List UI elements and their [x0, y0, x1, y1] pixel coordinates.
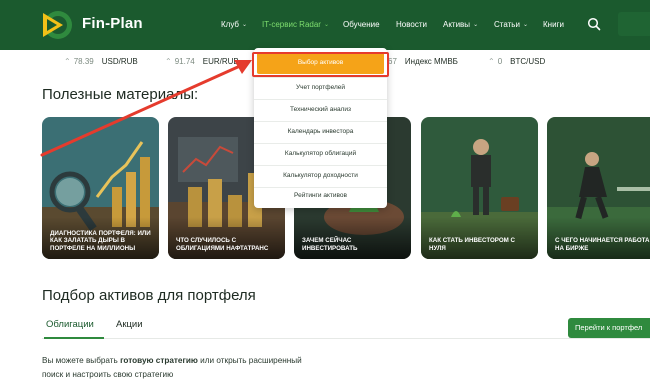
material-card[interactable]: КАК СТАТЬ ИНВЕСТОРОМ С НУЛЯ [421, 117, 538, 259]
menu-item-yield-calculator[interactable]: Калькулятор доходности [254, 165, 387, 187]
nav-articles-label: Статьи [494, 19, 520, 29]
brand-name[interactable]: Fin-Plan [82, 15, 143, 32]
portfolio-heading: Подбор активов для портфеля [42, 287, 256, 304]
nav-books-label: Книги [543, 19, 564, 29]
nav-news[interactable]: Новости [396, 17, 427, 31]
menu-item-investor-calendar[interactable]: Календарь инвестора [254, 121, 387, 143]
menu-item-asset-ratings[interactable]: Рейтинги активов [254, 185, 387, 207]
fin-plan-logo-icon[interactable] [39, 9, 75, 41]
account-button[interactable] [618, 12, 650, 36]
card-caption: КАК СТАТЬ ИНВЕСТОРОМ С НУЛЯ [429, 237, 516, 252]
top-header: Fin-Plan Клуб ⌄ IT-сервис Radar ⌄ Обучен… [0, 0, 650, 50]
nav-news-label: Новости [396, 19, 427, 29]
material-card[interactable]: С ЧЕГО НАЧИНАЕТСЯ РАБОТА НА БИРЖЕ [547, 117, 650, 259]
menu-item-portfolio-accounting[interactable]: Учет портфелей [254, 77, 387, 99]
ready-strategy-link[interactable]: готовую стратегию [120, 356, 198, 365]
nav-learning[interactable]: Обучение [343, 17, 380, 31]
tab-bonds[interactable]: Облигации [46, 319, 94, 330]
card-caption: ДИАГНОСТИКА ПОРТФЕЛЯ: ИЛИ КАК ЗАЛАТАТЬ Д… [50, 229, 151, 252]
card-caption: ЗАЧЕМ СЕЙЧАС ИНВЕСТИРОВАТЬ [302, 237, 358, 252]
ticker-name: BTC/USD [510, 56, 546, 66]
nav-learning-label: Обучение [343, 19, 380, 29]
trend-up-icon: ⌃ [488, 56, 495, 66]
tab-shares[interactable]: Акции [116, 319, 143, 330]
nav-club[interactable]: Клуб ⌄ [221, 17, 247, 31]
chevron-down-icon: ⌄ [242, 21, 248, 28]
nav-radar[interactable]: IT-сервис Radar ⌄ [262, 17, 329, 31]
search-icon[interactable] [587, 17, 601, 31]
nav-assets-label: Активы [443, 19, 471, 29]
menu-item-bond-calculator[interactable]: Калькулятор облигаций [254, 143, 387, 165]
tabs-divider [42, 338, 650, 339]
ticker-value: 67 [388, 56, 397, 66]
portfolio-description: Вы можете выбрать готовую стратегию или … [42, 354, 302, 382]
chevron-down-icon: ⌄ [323, 21, 329, 28]
card-caption: С ЧЕГО НАЧИНАЕТСЯ РАБОТА НА БИРЖЕ [555, 237, 650, 252]
card-caption: ЧТО СЛУЧИЛОСЬ С ОБЛИГАЦИЯМИ НАФТАТРАНС [176, 237, 269, 252]
chevron-down-icon: ⌄ [473, 21, 479, 28]
active-tab-indicator [44, 337, 104, 339]
annotation-arrow-icon [40, 60, 252, 157]
description-text: Вы можете выбрать [42, 356, 121, 365]
chevron-down-icon: ⌄ [522, 21, 528, 28]
menu-item-technical-analysis[interactable]: Технический анализ [254, 99, 387, 121]
ticker-moex: 67 Индекс ММВБ [388, 55, 458, 67]
ticker-value: 0 [497, 56, 503, 66]
nav-books[interactable]: Книги [543, 17, 564, 31]
ticker-name: Индекс ММВБ [404, 56, 458, 66]
nav-articles[interactable]: Статьи ⌄ [494, 17, 528, 31]
selection-highlight-frame [252, 52, 389, 77]
go-to-portfolio-button[interactable]: Перейти к портфел [568, 318, 650, 338]
nav-assets[interactable]: Активы ⌄ [443, 17, 478, 31]
nav-radar-label: IT-сервис Radar [262, 19, 321, 29]
ticker-btc: ⌃ 0 BTC/USD [488, 55, 545, 67]
nav-club-label: Клуб [221, 19, 239, 29]
